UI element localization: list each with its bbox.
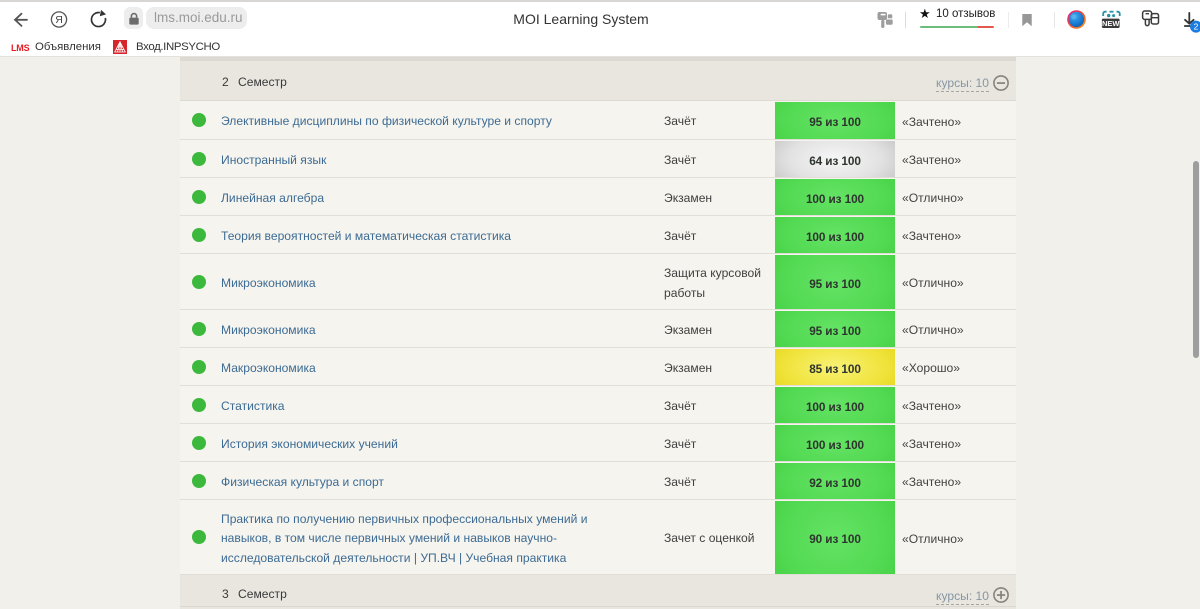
svg-text:Я: Я [55, 14, 63, 26]
svg-text:2: 2 [1194, 22, 1199, 32]
svg-text:NEW: NEW [1102, 19, 1120, 28]
